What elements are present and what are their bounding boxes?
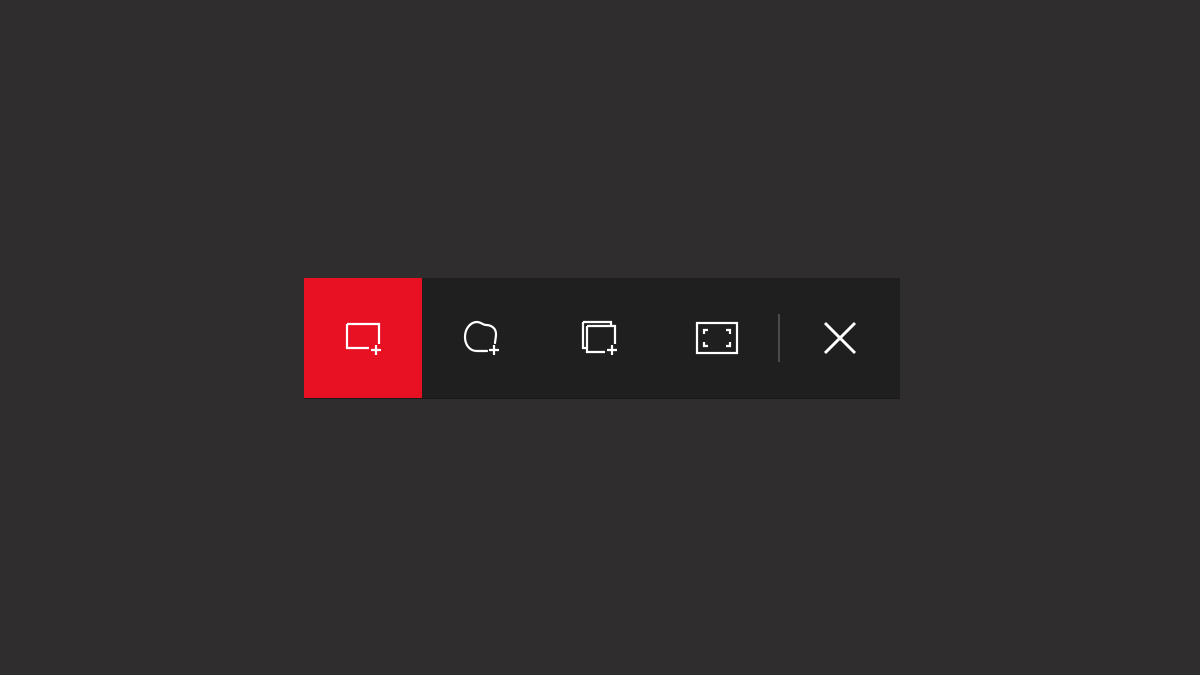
window-snip-icon bbox=[581, 320, 617, 355]
rectangular-snip-button[interactable] bbox=[304, 278, 422, 398]
rectangle-snip-icon bbox=[345, 322, 381, 355]
snipping-toolbar bbox=[304, 278, 900, 398]
window-snip-button[interactable] bbox=[540, 278, 658, 398]
fullscreen-snip-button[interactable] bbox=[658, 278, 776, 398]
freeform-snip-icon bbox=[463, 320, 499, 355]
close-icon bbox=[823, 321, 857, 355]
screen-background bbox=[0, 0, 1200, 675]
fullscreen-snip-icon bbox=[695, 321, 739, 355]
close-button[interactable] bbox=[780, 278, 900, 398]
freeform-snip-button[interactable] bbox=[422, 278, 540, 398]
